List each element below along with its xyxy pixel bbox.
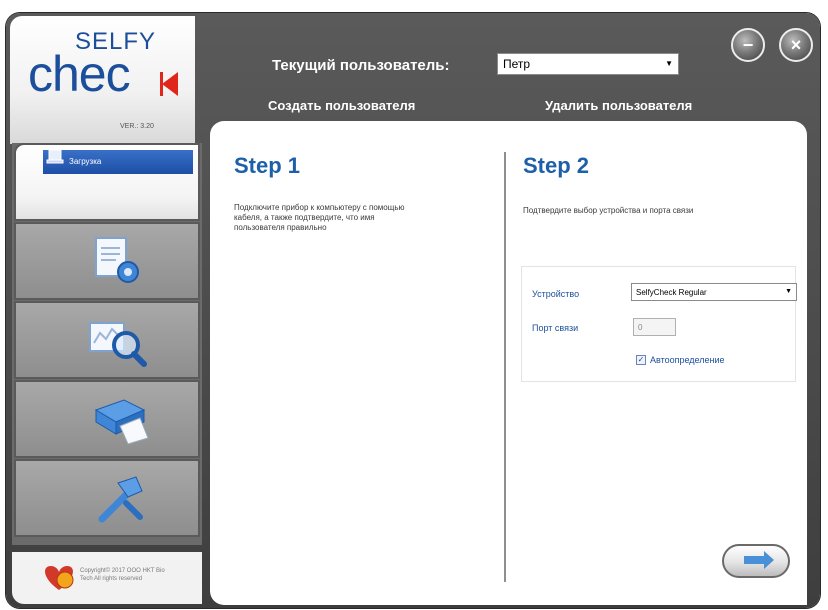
- step2-text: Подтвердите выбор устройства и порта свя…: [523, 206, 694, 215]
- version-label: VER.: 3.20: [120, 123, 154, 130]
- copyright-line: Copyright© 2017 OOO HKT Bio: [80, 568, 165, 574]
- printer-icon: [94, 399, 149, 445]
- sidebar-item-settings[interactable]: [14, 222, 200, 300]
- close-icon: ×: [790, 35, 802, 55]
- port-input[interactable]: 0: [633, 318, 676, 336]
- step1-text: Подключите прибор к компьютеру с помощью…: [234, 203, 405, 233]
- chevron-down-icon: ▼: [785, 288, 792, 295]
- auto-detect-checkbox[interactable]: ✓: [636, 355, 646, 365]
- copyright-line: Tech All rights reserved: [80, 576, 143, 582]
- minimize-icon: −: [742, 35, 754, 55]
- device-label: Устройство: [532, 289, 580, 299]
- current-user-value: Петр: [503, 57, 531, 71]
- delete-user-link[interactable]: Удалить пользователя: [545, 98, 692, 113]
- sidebar-item-print[interactable]: [14, 380, 200, 458]
- sidebar-item-tools[interactable]: [14, 459, 200, 537]
- copyright-text: Copyright© 2017 OOO HKT Bio Tech All rig…: [80, 567, 190, 583]
- company-logo-icon: [45, 566, 74, 590]
- logo-red-arrow-icon: [162, 72, 178, 96]
- current-user-select[interactable]: Петр ▼: [497, 53, 679, 75]
- step-divider: [504, 152, 506, 582]
- port-label: Порт связи: [532, 323, 579, 333]
- step1-title: Step 1: [234, 153, 301, 178]
- sidebar-item-download-label: Загрузка: [69, 157, 102, 166]
- device-value: SelfyCheck Regular: [636, 288, 707, 297]
- arrow-right-head-icon: [764, 551, 774, 569]
- step1-text-line: пользователя правильно: [234, 223, 327, 232]
- sidebar-item-analysis[interactable]: [14, 301, 200, 379]
- download-device-icon: [46, 149, 64, 164]
- logo-check-text: chec: [28, 46, 131, 102]
- minimize-button[interactable]: −: [731, 28, 765, 62]
- document-settings-icon: [95, 237, 139, 283]
- step2-title: Step 2: [523, 153, 590, 178]
- device-select[interactable]: SelfyCheck Regular ▼: [631, 283, 797, 301]
- current-user-label: Текущий пользователь:: [272, 57, 450, 74]
- step1-text-line: Подключите прибор к компьютеру с помощью: [234, 203, 405, 212]
- chart-search-icon: [89, 322, 147, 367]
- next-button[interactable]: [722, 544, 790, 578]
- arrow-right-icon: [744, 556, 766, 564]
- step1-text-line: кабеля, а также подтвердите, что имя: [234, 213, 375, 222]
- auto-detect-label: Автоопределение: [650, 355, 725, 365]
- close-button[interactable]: ×: [779, 28, 813, 62]
- tools-icon: [98, 476, 143, 523]
- create-user-link[interactable]: Создать пользователя: [268, 98, 415, 113]
- chevron-down-icon: ▼: [665, 59, 673, 68]
